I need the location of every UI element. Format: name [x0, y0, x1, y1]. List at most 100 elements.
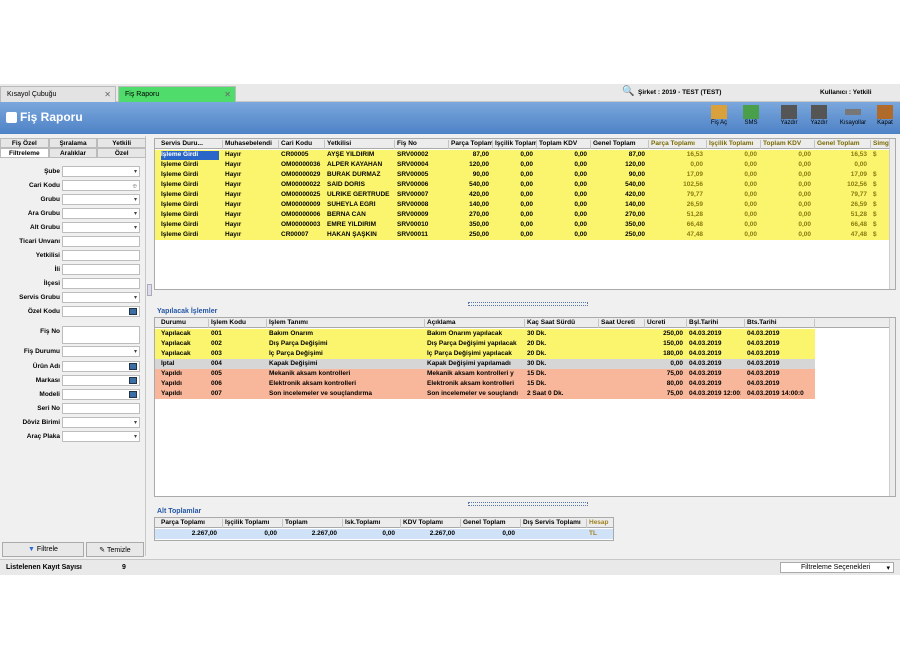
filter-input[interactable] [62, 306, 140, 317]
table-row[interactable]: Yapılacak 001 Bakım Onarım Bakım Onarım yap… [155, 329, 815, 339]
table-row[interactable]: İşleme Girdi Hayır OM00000009 SÜHEYLA EĞRİ S… [155, 200, 889, 210]
column-header[interactable]: Yetkilisi [325, 140, 395, 149]
filter-input[interactable]: ▾ [62, 431, 140, 442]
table-row[interactable]: İşleme Girdi Hayır OM00000006 BERNA CAN SRV0… [155, 210, 889, 220]
chevron-down-icon[interactable]: ▾ [134, 196, 137, 203]
chevron-down-icon[interactable]: ▾ [134, 168, 137, 175]
column-header[interactable]: İsk.Toplamı [343, 519, 401, 528]
table-row[interactable]: Yapıldı 006 Elektronik aksam kontrolleri El… [155, 379, 815, 389]
splitter-handle[interactable] [468, 302, 588, 306]
filter-input[interactable]: ⯐ [62, 180, 140, 191]
column-header[interactable]: Toplam KDV [537, 140, 591, 149]
filter-input[interactable] [62, 250, 140, 261]
table-row[interactable]: İşleme Girdi Hayır OM00000022 SAİD DORİS SRV… [155, 180, 889, 190]
chevron-down-icon[interactable]: ▾ [134, 210, 137, 217]
column-header[interactable]: Parça Toplamı [159, 519, 223, 528]
tab-siralama[interactable]: Şıralama [48, 138, 98, 148]
table-row[interactable]: Yapılacak 003 İç Parça Değişimi İç Parça De… [155, 349, 815, 359]
tab-ozel[interactable]: Özel [97, 148, 147, 158]
column-header[interactable]: Durumu [159, 319, 209, 328]
table-row[interactable]: İşleme Girdi Hayır OM00000036 ALPER KAYAHAN… [155, 160, 889, 170]
chevron-down-icon[interactable]: ▾ [134, 419, 137, 426]
filter-input[interactable]: ▾ [62, 222, 140, 233]
column-header[interactable]: Cari Kodu [279, 140, 325, 149]
chevron-down-icon[interactable]: ▾ [134, 433, 137, 440]
column-header[interactable]: İşçilik Toplamı [707, 140, 761, 149]
table-row[interactable]: İşleme Girdi Hayır CR00007 HAKAN ŞAŞKIN SRV0… [155, 230, 889, 240]
column-header[interactable]: Parça Toplamı [449, 140, 493, 149]
filter-input[interactable]: ▾ [62, 208, 140, 219]
table-row[interactable]: İşleme Girdi Hayır OM00000025 ULRİKE GERTRU… [155, 190, 889, 200]
table-row[interactable]: İptal 004 Kapak Değişimi Kapak Değişimi yap… [155, 359, 815, 369]
splitter-handle[interactable] [147, 284, 152, 296]
table-row[interactable]: Yapıldı 005 Mekanik aksam kontrolleri Mekan… [155, 369, 815, 379]
column-header[interactable]: Servis Duru... [159, 140, 223, 149]
picker-icon[interactable] [129, 363, 137, 370]
sms-button[interactable]: SMS [738, 105, 764, 126]
picker-icon[interactable] [129, 377, 137, 384]
column-header[interactable]: Hesap [587, 519, 613, 528]
column-header[interactable]: Bts.Tarihi [745, 319, 815, 328]
picker-icon[interactable] [129, 308, 137, 315]
column-header[interactable]: İşlem Kodu [209, 319, 267, 328]
column-header[interactable]: İşçilik Toplamı [223, 519, 283, 528]
tab-araliklar[interactable]: Aralıklar [48, 148, 98, 158]
table-row[interactable]: Yapılacak 002 Dış Parça Değişimi Dış Parça … [155, 339, 815, 349]
tab-yetkili[interactable]: Yetkili [97, 138, 147, 148]
filter-input[interactable] [62, 361, 140, 372]
tab-filtreleme[interactable]: Filtreleme [0, 148, 49, 158]
clear-button[interactable]: ✎ Temizle [86, 542, 144, 557]
column-header[interactable]: Açıklama [425, 319, 525, 328]
close-button[interactable]: Kapat [872, 105, 898, 126]
column-header[interactable]: Toplam [283, 519, 343, 528]
table-row[interactable]: İşleme Girdi Hayır CR00005 AYŞE YILDIRIM SRV… [155, 150, 889, 160]
picker-icon[interactable] [129, 391, 137, 398]
chevron-down-icon[interactable]: ▾ [134, 294, 137, 301]
filter-input[interactable] [62, 375, 140, 386]
filter-input[interactable] [62, 403, 140, 414]
shortcuts-button[interactable]: Kısayollar [838, 109, 868, 126]
close-icon[interactable]: ✕ [104, 90, 111, 99]
vertical-scrollbar[interactable] [889, 139, 895, 289]
filter-input[interactable]: ▾ [62, 292, 140, 303]
fis-ac-button[interactable]: Fiş Aç [706, 105, 732, 126]
filter-input[interactable] [62, 236, 140, 247]
chevron-down-icon[interactable]: ▾ [134, 224, 137, 231]
column-header[interactable]: Parça Toplamı [649, 140, 707, 149]
filter-input[interactable]: ▾ [62, 166, 140, 177]
filter-input[interactable] [62, 326, 140, 344]
search-icon[interactable]: 🔍 [622, 86, 634, 97]
close-icon[interactable]: ✕ [224, 90, 231, 99]
filter-input[interactable]: ▾ [62, 346, 140, 357]
column-header[interactable]: KDV Toplamı [401, 519, 461, 528]
column-header[interactable]: Muhasebelendi [223, 140, 279, 149]
column-header[interactable]: Genel Toplam [815, 140, 871, 149]
print-preview-button[interactable]: Yazdır [806, 105, 832, 126]
vertical-scrollbar[interactable] [889, 318, 895, 496]
filter-input[interactable] [62, 389, 140, 400]
tab-kisayol[interactable]: Kısayol Çubuğu ✕ [0, 86, 116, 102]
table-row[interactable]: İşleme Girdi Hayır OM00000003 EMRE YILDIRIM… [155, 220, 889, 230]
filter-input[interactable]: ▾ [62, 417, 140, 428]
filter-input[interactable] [62, 264, 140, 275]
filter-input[interactable] [62, 278, 140, 289]
splitter-handle[interactable] [468, 502, 588, 506]
column-header[interactable]: Dış Servis Toplamı [521, 519, 587, 528]
table-row[interactable]: İşleme Girdi Hayır OM00000029 BURAK DURMAZ S… [155, 170, 889, 180]
column-header[interactable]: İşlem Tanımı [267, 319, 425, 328]
chevron-down-icon[interactable]: ▾ [134, 348, 137, 355]
column-header[interactable]: Fiş No [395, 140, 449, 149]
filter-options-dropdown[interactable]: Filtreleme Seçenekleri ▾ [780, 562, 894, 573]
filter-button[interactable]: ▼ Filtrele [2, 542, 84, 557]
column-header[interactable]: Saat Ücreti [599, 319, 645, 328]
column-header[interactable]: Kaç Saat Sürdü [525, 319, 599, 328]
column-header[interactable]: Bşl.Tarihi [687, 319, 745, 328]
print-button[interactable]: Yazdır [776, 105, 802, 126]
cursor-icon[interactable]: ⯐ [132, 182, 137, 192]
column-header[interactable]: Ücreti [645, 319, 687, 328]
column-header[interactable]: İşçilik Toplamı [493, 140, 537, 149]
column-header[interactable]: Genel Toplam [461, 519, 521, 528]
filter-input[interactable]: ▾ [62, 194, 140, 205]
tab-fis-raporu[interactable]: Fiş Raporu ✕ [118, 86, 236, 102]
column-header[interactable]: Toplam KDV [761, 140, 815, 149]
